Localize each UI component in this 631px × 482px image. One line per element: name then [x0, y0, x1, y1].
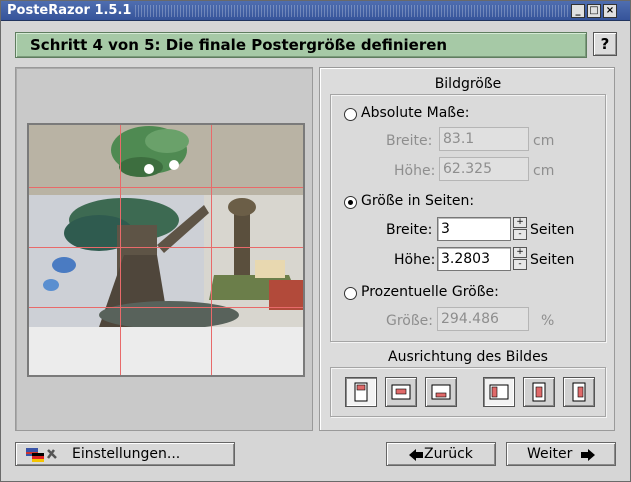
align-center-horizontal-icon — [532, 382, 546, 402]
absolute-size-radio[interactable] — [344, 108, 357, 121]
align-center-vertical-button[interactable] — [385, 377, 417, 407]
pages-height-input[interactable]: 3.2803 — [437, 247, 511, 271]
align-left-icon — [489, 384, 509, 400]
minimize-button[interactable]: _ — [571, 4, 585, 18]
percent-size-input[interactable]: 294.486 — [437, 307, 529, 331]
app-window: PosteRazor 1.5.1 _ □ × Schritt 4 von 5: … — [0, 0, 631, 482]
align-bottom-icon — [431, 384, 451, 400]
next-button[interactable]: Weiter — [506, 442, 616, 466]
image-size-title: Bildgröße — [434, 76, 502, 92]
align-bottom-button[interactable] — [425, 377, 457, 407]
pages-size-radio[interactable] — [344, 196, 357, 209]
alignment-title: Ausrichtung des Bildes — [388, 349, 548, 365]
percent-size-unit: % — [541, 313, 555, 329]
pages-width-label: Breite: — [386, 222, 433, 238]
pages-width-increment[interactable]: + — [513, 217, 527, 228]
back-button-label: Zurück — [424, 446, 473, 462]
arrow-right-icon — [581, 449, 595, 461]
step-header: Schritt 4 von 5: Die finale Postergröße … — [15, 32, 587, 58]
arrow-left-icon — [409, 449, 423, 461]
close-button[interactable]: × — [603, 4, 617, 18]
help-button[interactable]: ? — [593, 32, 617, 56]
absolute-height-unit: cm — [533, 163, 555, 179]
pages-height-label: Höhe: — [394, 252, 436, 268]
align-left-button[interactable] — [483, 377, 515, 407]
pages-width-decrement[interactable]: - — [513, 229, 527, 240]
pages-height-decrement[interactable]: - — [513, 259, 527, 270]
pages-width-unit: Seiten — [530, 222, 575, 238]
align-right-button[interactable] — [563, 377, 595, 407]
step-title: Schritt 4 von 5: Die finale Postergröße … — [30, 36, 448, 54]
settings-button[interactable]: Einstellungen... — [15, 442, 235, 466]
flags-tools-icon — [26, 448, 57, 462]
image-size-group: Absolute Maße: Breite: 83.1 cm Höhe: 62.… — [330, 94, 606, 342]
poster-preview — [27, 123, 305, 377]
title-bar-grip — [135, 5, 570, 17]
pages-size-label: Größe in Seiten: — [361, 193, 475, 209]
absolute-height-input[interactable]: 62.325 — [439, 157, 529, 181]
title-bar[interactable]: PosteRazor 1.5.1 _ □ × — [1, 1, 630, 21]
percent-size-field-label: Größe: — [386, 313, 434, 329]
absolute-height-label: Höhe: — [394, 163, 436, 179]
alignment-group — [330, 367, 606, 417]
absolute-size-label: Absolute Maße: — [361, 105, 470, 121]
align-top-icon — [354, 382, 368, 402]
next-button-label: Weiter — [527, 446, 573, 462]
pages-width-input[interactable]: 3 — [437, 217, 511, 241]
absolute-width-unit: cm — [533, 133, 555, 149]
percent-size-label: Prozentuelle Größe: — [361, 284, 499, 300]
percent-size-radio[interactable] — [344, 287, 357, 300]
absolute-width-label: Breite: — [386, 133, 433, 149]
maximize-button[interactable]: □ — [587, 4, 601, 18]
settings-panel: Bildgröße Absolute Maße: Breite: 83.1 cm… — [319, 67, 615, 431]
align-top-button[interactable] — [345, 377, 377, 407]
settings-button-label: Einstellungen... — [72, 446, 181, 462]
align-center-horizontal-button[interactable] — [523, 377, 555, 407]
align-center-vertical-icon — [391, 384, 411, 400]
absolute-width-input[interactable]: 83.1 — [439, 127, 529, 151]
pages-height-increment[interactable]: + — [513, 247, 527, 258]
back-button[interactable]: Zurück — [386, 442, 496, 466]
align-right-icon — [572, 382, 586, 402]
pages-height-unit: Seiten — [530, 252, 575, 268]
window-title: PosteRazor 1.5.1 — [7, 3, 132, 18]
poster-preview-image — [29, 125, 303, 375]
